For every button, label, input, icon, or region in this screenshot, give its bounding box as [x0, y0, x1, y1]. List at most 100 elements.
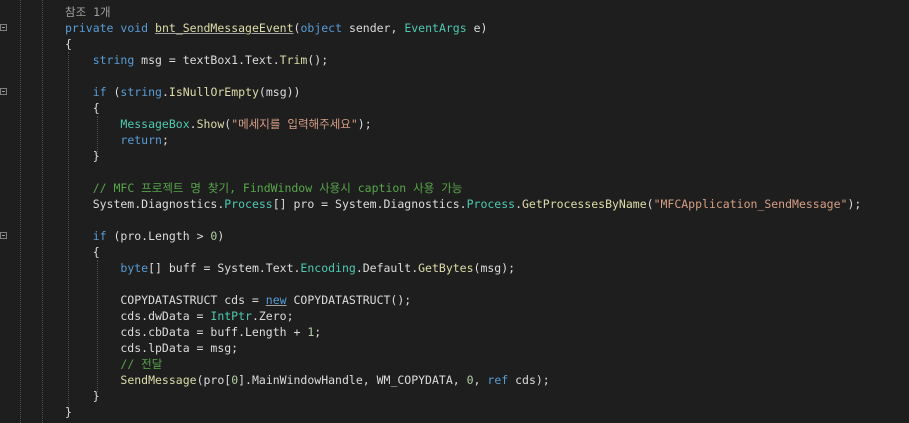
code-token: ; — [314, 325, 322, 339]
code-line[interactable]: SendMessage(pro[0].MainWindowHandle, WM_… — [0, 372, 909, 388]
code-line[interactable] — [0, 212, 909, 228]
code-line[interactable]: byte[] buff = System.Text.Encoding.Defau… — [0, 260, 909, 276]
code-text: string msg = textBox1.Text.Trim(); — [65, 52, 328, 68]
code-token: cds.lpData = msg; — [65, 341, 239, 355]
fold-collapse-icon[interactable] — [0, 232, 7, 239]
code-token: GetBytes — [418, 261, 474, 275]
code-token: 참조 1개 — [65, 5, 111, 19]
code-line[interactable]: private void bnt_SendMessageEvent(object… — [0, 20, 909, 36]
code-token: ].MainWindowHandle, WM_COPYDATA, — [238, 373, 467, 387]
code-token: System.Diagnostics. — [65, 197, 225, 211]
code-token: EventArgs — [404, 21, 467, 35]
code-text: cds.cbData = buff.Length + 1; — [65, 324, 321, 340]
code-token: COPYDATASTRUCT(); — [286, 293, 412, 307]
code-token: .Default. — [355, 261, 419, 275]
code-token: GetProcessesByName — [522, 197, 647, 211]
code-token: "메세지를 입력해주세요" — [231, 117, 358, 131]
code-token: . — [515, 197, 522, 211]
code-token: string — [120, 85, 162, 99]
code-line[interactable]: 참조 1개 — [0, 4, 909, 20]
code-line[interactable]: } — [0, 404, 909, 420]
code-token: Process — [224, 197, 273, 211]
code-token: [] buff = System.Text. — [148, 261, 301, 275]
code-text: { — [65, 100, 100, 116]
code-token: ); — [847, 197, 862, 211]
code-text: } — [65, 388, 100, 404]
fold-collapse-icon[interactable] — [0, 88, 7, 95]
code-token: ) — [217, 229, 225, 243]
code-token: (pro.Length > — [106, 229, 211, 243]
code-token: sender, — [342, 21, 405, 35]
code-token: IntPtr — [210, 309, 252, 323]
code-token: SendMessage — [120, 373, 197, 387]
code-token: { — [65, 245, 100, 259]
code-token: cds); — [508, 373, 550, 387]
code-text: // 전달 — [65, 356, 162, 372]
code-token: } — [65, 389, 100, 403]
code-line[interactable]: MessageBox.Show("메세지를 입력해주세요"); — [0, 116, 909, 132]
code-line[interactable] — [0, 276, 909, 292]
code-token: cds.dwData = — [65, 309, 211, 323]
code-token: { — [65, 37, 72, 51]
code-token: // 전달 — [120, 357, 163, 371]
code-line[interactable]: return; — [0, 132, 909, 148]
code-line[interactable]: COPYDATASTRUCT cds = new COPYDATASTRUCT(… — [0, 292, 909, 308]
code-token: if — [92, 229, 107, 243]
code-line[interactable] — [0, 164, 909, 180]
code-token: msg = textBox1.Text. — [134, 53, 280, 67]
fold-collapse-icon[interactable] — [0, 24, 7, 31]
code-line[interactable]: cds.cbData = buff.Length + 1; — [0, 324, 909, 340]
code-token: void — [120, 21, 149, 35]
code-line[interactable]: { — [0, 100, 909, 116]
code-token: new — [265, 293, 287, 307]
code-editor[interactable]: 참조 1개 private void bnt_SendMessageEvent(o… — [0, 0, 909, 423]
code-token: Trim — [279, 53, 308, 67]
code-token: ref — [487, 373, 509, 387]
code-text: SendMessage(pro[0].MainWindowHandle, WM_… — [65, 372, 550, 388]
code-token: ; — [161, 133, 169, 147]
code-token: Show — [196, 117, 225, 131]
code-text: if (pro.Length > 0) — [65, 228, 225, 244]
code-text: { — [65, 244, 100, 260]
code-token: private — [65, 21, 114, 35]
code-line[interactable]: string msg = textBox1.Text.Trim(); — [0, 52, 909, 68]
code-text: 참조 1개 — [65, 4, 111, 20]
code-token: (msg); — [473, 261, 516, 275]
code-line[interactable]: // 전달 — [0, 356, 909, 372]
code-token: IsNullOrEmpty — [168, 85, 259, 99]
code-token: 0 — [466, 373, 474, 387]
code-text: } — [65, 148, 100, 164]
code-text: byte[] buff = System.Text.Encoding.Defau… — [65, 260, 515, 276]
code-token: [] pro = System.Diagnostics. — [272, 197, 467, 211]
code-line[interactable]: { — [0, 36, 909, 52]
code-token: Process — [466, 197, 516, 211]
code-text: System.Diagnostics.Process[] pro = Syste… — [65, 196, 862, 212]
code-text: if (string.IsNullOrEmpty(msg)) — [65, 84, 301, 100]
code-token: byte — [120, 261, 149, 275]
code-line[interactable]: } — [0, 148, 909, 164]
code-token: . — [161, 85, 169, 99]
code-token: } — [65, 149, 100, 163]
code-line[interactable]: System.Diagnostics.Process[] pro = Syste… — [0, 196, 909, 212]
code-line[interactable]: { — [0, 244, 909, 260]
code-line[interactable] — [0, 68, 909, 84]
code-token: } — [65, 405, 72, 419]
code-line[interactable]: cds.dwData = IntPtr.Zero; — [0, 308, 909, 324]
code-token: . — [189, 117, 197, 131]
code-line[interactable]: } — [0, 388, 909, 404]
code-text: cds.lpData = msg; — [65, 340, 238, 356]
code-line[interactable]: // MFC 프로젝트 명 찾기, FindWindow 사용시 caption… — [0, 180, 909, 196]
code-token: { — [65, 101, 100, 115]
code-token: e) — [466, 21, 488, 35]
code-line[interactable]: if (string.IsNullOrEmpty(msg)) — [0, 84, 909, 100]
code-line[interactable]: cds.lpData = msg; — [0, 340, 909, 356]
code-lines[interactable]: 참조 1개 private void bnt_SendMessageEvent(o… — [0, 4, 909, 420]
code-token: object — [300, 21, 343, 35]
code-line[interactable]: if (pro.Length > 0) — [0, 228, 909, 244]
